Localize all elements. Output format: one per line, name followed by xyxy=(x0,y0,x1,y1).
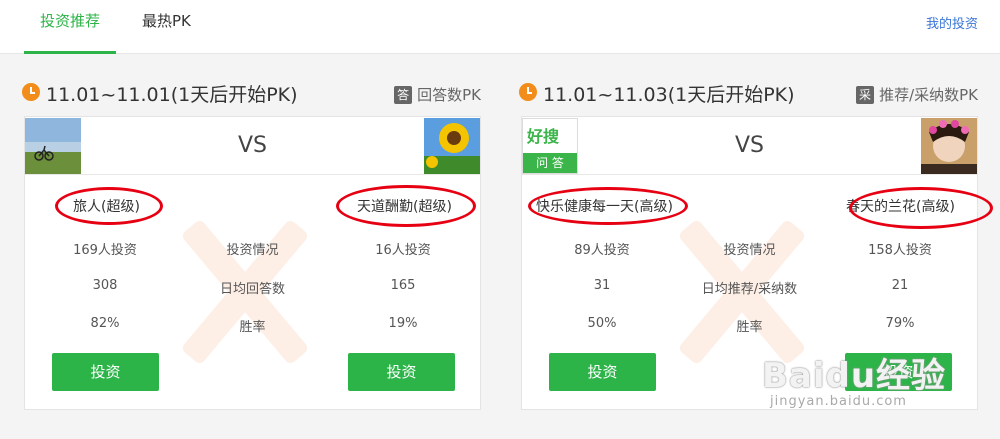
stat-label: 胜率 xyxy=(239,320,266,335)
answer-badge-icon: 答 xyxy=(394,85,413,104)
adopt-badge-icon: 采 xyxy=(856,85,875,104)
watermark-url: jingyan.baidu.com xyxy=(770,394,907,409)
right-stat: 16人投资 xyxy=(375,243,431,258)
stats-row-winrate: 50% 胜率 79% xyxy=(522,316,977,335)
stat-label: 投资情况 xyxy=(226,243,279,258)
left-stat: 308 xyxy=(92,278,118,293)
annotation-circle xyxy=(849,187,993,229)
invest-right-button[interactable]: 投资 xyxy=(348,353,455,391)
card-header: VS xyxy=(25,117,480,175)
tab-investment-recommend[interactable]: 投资推荐 xyxy=(23,12,117,54)
invest-left-button[interactable]: 投资 xyxy=(52,353,159,391)
annotation-circle xyxy=(336,185,476,227)
stat-label: 胜率 xyxy=(736,320,763,335)
my-investment-link[interactable]: 我的投资 xyxy=(926,13,978,32)
left-stat: 82% xyxy=(90,316,120,331)
pk-type: 采 推荐/采纳数PK xyxy=(856,84,978,105)
stats-row-investors: 169人投资 投资情况 16人投资 xyxy=(25,239,480,258)
annotation-circle xyxy=(55,187,163,225)
watermark-text: Baidu经验 xyxy=(762,356,947,396)
pk-header: 11.01~11.01(1天后开始PK) 答 回答数PK xyxy=(20,74,481,116)
annotation-circle xyxy=(528,187,688,225)
top-nav: 投资推荐 最热PK 我的投资 xyxy=(0,0,1000,54)
clock-icon xyxy=(22,83,40,101)
stat-label: 投资情况 xyxy=(723,243,776,258)
left-stat: 50% xyxy=(587,316,617,331)
stat-label: 日均回答数 xyxy=(219,282,285,297)
pk-date: 11.01~11.03(1天后开始PK) xyxy=(543,84,795,106)
tab-hottest-pk[interactable]: 最热PK xyxy=(142,12,191,54)
avatar-right[interactable] xyxy=(424,118,480,174)
pk-header: 11.01~11.03(1天后开始PK) 采 推荐/采纳数PK xyxy=(517,74,978,116)
pk-type-label: 推荐/采纳数PK xyxy=(879,86,978,104)
vs-label: VS xyxy=(237,133,267,158)
avatar-right[interactable] xyxy=(921,118,977,174)
card-header: 好搜 问 答 VS xyxy=(522,117,977,175)
right-stat: 19% xyxy=(388,316,418,331)
invest-left-button[interactable]: 投资 xyxy=(549,353,656,391)
right-stat: 158人投资 xyxy=(868,243,932,258)
pk-type: 答 回答数PK xyxy=(394,84,481,105)
pk-date: 11.01~11.01(1天后开始PK) xyxy=(46,84,298,106)
stat-label: 日均推荐/采纳数 xyxy=(701,282,798,297)
stats-row-investors: 89人投资 投资情况 158人投资 xyxy=(522,239,977,258)
stats-row-daily: 308 日均回答数 165 xyxy=(25,278,480,297)
pk-card: VS 旅人(超级) 天道酬勤(超级) 169人投资 投资情况 16人投资 308 xyxy=(24,116,481,410)
baidu-jingyan-watermark: Baidu经验 jingyan.baidu.com xyxy=(762,348,992,418)
vs-label: VS xyxy=(734,133,764,158)
left-stat: 31 xyxy=(593,278,611,293)
right-stat: 21 xyxy=(891,278,909,293)
clock-icon xyxy=(519,83,537,101)
pk-type-label: 回答数PK xyxy=(417,86,481,104)
stats-row-daily: 31 日均推荐/采纳数 21 xyxy=(522,278,977,297)
left-stat: 169人投资 xyxy=(73,243,137,258)
right-stat: 79% xyxy=(885,316,915,331)
right-stat: 165 xyxy=(390,278,416,293)
left-stat: 89人投资 xyxy=(574,243,630,258)
pk-panel-1: 11.01~11.01(1天后开始PK) 答 回答数PK VS 旅人(超级) 天… xyxy=(20,74,481,414)
stats-row-winrate: 82% 胜率 19% xyxy=(25,316,480,335)
